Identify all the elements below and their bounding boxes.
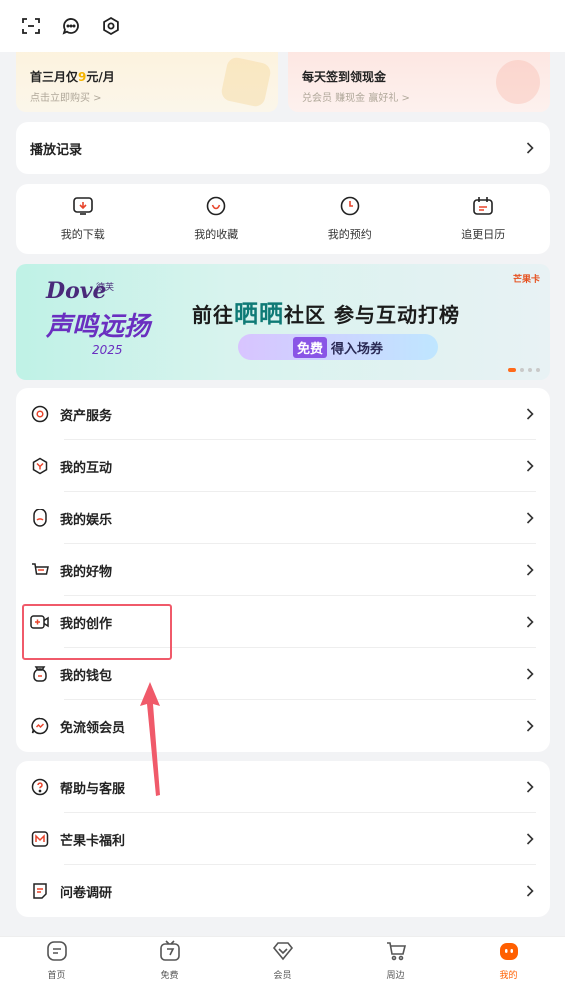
menu-item-assets[interactable]: 资产服务 xyxy=(16,388,550,440)
chevron-right-icon xyxy=(524,885,536,897)
entertainment-icon xyxy=(30,508,50,528)
top-bar xyxy=(0,0,565,52)
tab-profile[interactable]: 我的 xyxy=(452,937,565,984)
ad-banner[interactable]: Dove 德芙 声鸣远扬 2025 前往晒晒社区 参与互动打榜 免费 得入场券 芒… xyxy=(16,264,550,380)
tab-label: 我的 xyxy=(499,971,518,981)
tab-vip[interactable]: 会员 xyxy=(226,937,339,984)
history-row[interactable]: 播放记录 xyxy=(16,122,550,174)
dove-campaign-logo: Dove 德芙 声鸣远扬 2025 xyxy=(46,278,151,357)
quick-label: 追更日历 xyxy=(461,228,506,241)
menu-label: 芒果卡福利 xyxy=(60,833,126,849)
annotation-arrow xyxy=(140,682,160,796)
quick-download[interactable]: 我的下载 xyxy=(16,196,150,242)
gift-box-decoration xyxy=(219,55,273,109)
chevron-right-icon xyxy=(524,616,536,628)
help-icon xyxy=(30,777,50,797)
chevron-right-icon xyxy=(524,512,536,524)
goods-icon xyxy=(30,560,50,580)
chevron-right-icon xyxy=(524,720,536,732)
banner-pagination xyxy=(508,368,540,372)
quick-reservations[interactable]: 我的预约 xyxy=(283,196,417,242)
quick-actions: 我的下载 我的收藏 我的预约 追更日历 xyxy=(16,184,550,254)
asset-icon xyxy=(30,404,50,424)
menu-item-help[interactable]: 帮助与客服 xyxy=(16,761,550,813)
quick-favorites[interactable]: 我的收藏 xyxy=(150,196,284,242)
heart-icon xyxy=(205,196,227,220)
tab-label: 首页 xyxy=(47,971,66,981)
quick-calendar[interactable]: 追更日历 xyxy=(417,196,551,242)
quick-label: 我的预约 xyxy=(327,228,372,241)
menu-label: 我的好物 xyxy=(60,564,113,580)
chevron-right-icon xyxy=(524,460,536,472)
chevron-right-icon xyxy=(524,668,536,680)
menu-item-mango-card[interactable]: 芒果卡福利 xyxy=(16,813,550,865)
quick-label: 我的下载 xyxy=(60,228,105,241)
menu-label: 问卷调研 xyxy=(60,885,113,901)
free-tv-icon xyxy=(159,940,181,966)
bottom-tab-bar: 首页 免费 会员 周边 我的 xyxy=(0,936,565,984)
survey-icon xyxy=(30,881,50,901)
menu-item-free-data[interactable]: 免流领会员 xyxy=(16,700,550,752)
mango-card-icon xyxy=(30,829,50,849)
free-data-icon xyxy=(30,716,50,736)
profile-icon xyxy=(498,940,520,966)
menu-label: 我的互动 xyxy=(60,460,113,476)
tab-label: 免费 xyxy=(160,971,179,981)
interaction-icon xyxy=(30,456,50,476)
menu-item-goods[interactable]: 我的好物 xyxy=(16,544,550,596)
clock-icon xyxy=(339,196,361,220)
mango-card-brand: 芒果卡 xyxy=(512,275,540,285)
tab-label: 周边 xyxy=(386,971,405,981)
banner-cta[interactable]: 免费 得入场券 xyxy=(238,334,438,360)
download-icon xyxy=(72,196,94,220)
menu-item-interaction[interactable]: 我的互动 xyxy=(16,440,550,492)
tab-free[interactable]: 免费 xyxy=(113,937,226,984)
history-card: 播放记录 xyxy=(16,122,550,174)
chevron-right-icon xyxy=(524,781,536,793)
vip-icon xyxy=(272,940,294,966)
menu-item-survey[interactable]: 问卷调研 xyxy=(16,865,550,917)
service-menu: 资产服务 我的互动 我的娱乐 我的好物 我的创作 我的钱包 免流领会员 xyxy=(16,388,550,752)
menu-label: 资产服务 xyxy=(60,408,113,424)
message-icon[interactable] xyxy=(60,15,82,37)
quick-label: 我的收藏 xyxy=(194,228,239,241)
chevron-right-icon xyxy=(524,142,536,154)
banner-headline: 前往晒晒社区 参与互动打榜 xyxy=(192,300,460,328)
chevron-right-icon xyxy=(524,408,536,420)
chevron-right-icon xyxy=(524,564,536,576)
calendar-icon xyxy=(472,196,494,220)
menu-label: 我的娱乐 xyxy=(60,512,113,528)
settings-icon[interactable] xyxy=(100,15,122,37)
wallet-icon xyxy=(30,664,50,684)
tab-merch[interactable]: 周边 xyxy=(339,937,452,984)
home-icon xyxy=(46,940,68,966)
menu-item-entertainment[interactable]: 我的娱乐 xyxy=(16,492,550,544)
annotation-highlight-box xyxy=(22,604,172,660)
cart-icon xyxy=(385,940,407,966)
support-menu: 帮助与客服 芒果卡福利 问卷调研 xyxy=(16,761,550,917)
history-label: 播放记录 xyxy=(30,142,83,158)
scan-icon[interactable] xyxy=(20,15,42,37)
tab-label: 会员 xyxy=(273,971,292,981)
chevron-right-icon xyxy=(524,833,536,845)
tab-home[interactable]: 首页 xyxy=(0,937,113,984)
